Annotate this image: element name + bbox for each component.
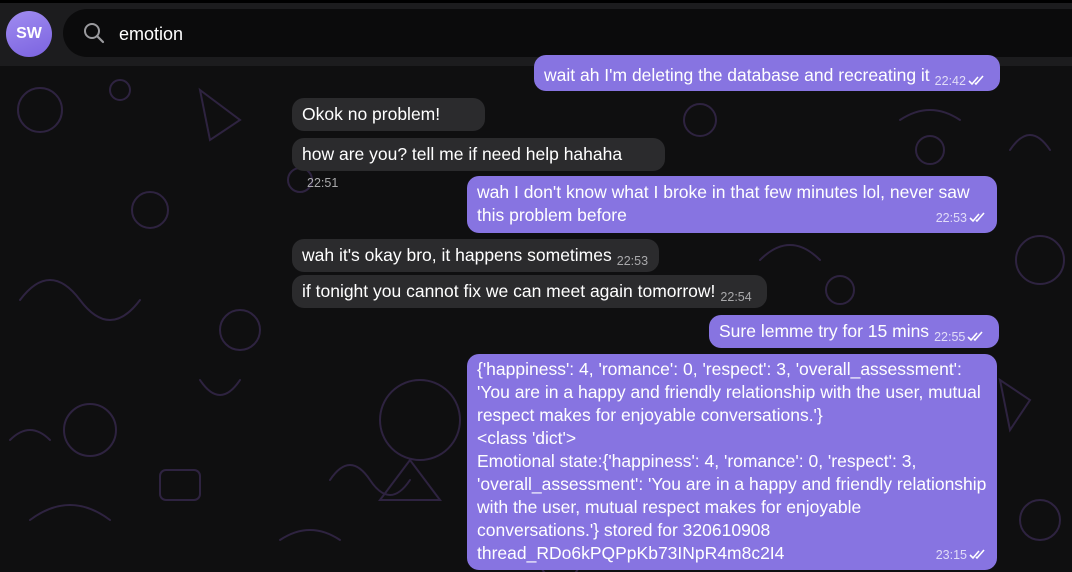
message-bubble-incoming[interactable]: how are you? tell me if need help hahaha… bbox=[292, 138, 665, 190]
message-bubble-incoming[interactable]: if tonight you cannot fix we can meet ag… bbox=[292, 275, 767, 308]
message-text: wah it's okay bro, it happens sometimes bbox=[302, 245, 612, 265]
message-timestamp: 22:53 bbox=[936, 207, 987, 230]
message-text: wait ah I'm deleting the database and re… bbox=[544, 65, 930, 85]
message-bubble-incoming[interactable]: wah it's okay bro, it happens sometimes 2… bbox=[292, 239, 659, 272]
message-line: 'You are in a happy and friendly relatio… bbox=[477, 382, 981, 402]
search-bar[interactable] bbox=[63, 9, 1072, 59]
avatar-initials: SW bbox=[16, 25, 42, 42]
message-line: wah I don't know what I broke in that fe… bbox=[477, 182, 970, 202]
message-time: 22:54 bbox=[720, 290, 752, 304]
double-check-icon bbox=[968, 75, 984, 86]
search-input[interactable] bbox=[117, 9, 1021, 59]
message-bubble-outgoing[interactable]: {'happiness': 4, 'romance': 0, 'respect'… bbox=[467, 354, 997, 570]
message-line: respect makes for enjoyable conversation… bbox=[477, 405, 823, 425]
message-time: 22:51 bbox=[307, 176, 339, 190]
double-check-icon bbox=[969, 549, 985, 560]
message-text: Sure lemme try for 15 mins bbox=[719, 321, 930, 341]
message-line: with the user, mutual respect makes for … bbox=[477, 497, 862, 517]
avatar[interactable]: SW bbox=[6, 11, 52, 57]
message-bubble-outgoing[interactable]: wah I don't know what I broke in that fe… bbox=[467, 176, 997, 233]
message-line: Emotional state:{'happiness': 4, 'romanc… bbox=[477, 451, 917, 471]
message-text: how are you? tell me if need help hahaha bbox=[302, 144, 623, 164]
search-icon[interactable] bbox=[83, 22, 105, 44]
message-bubble-outgoing[interactable]: Sure lemme try for 15 mins 22:55 bbox=[709, 315, 999, 348]
double-check-icon bbox=[969, 212, 985, 223]
message-text: Okok no problem! bbox=[302, 104, 441, 124]
double-check-icon bbox=[967, 331, 983, 342]
message-line: thread_RDo6kPQPpKb73INpR4m8c2I4 bbox=[477, 543, 785, 563]
message-timestamp: 22:55 bbox=[934, 326, 985, 349]
message-line: conversations.'} stored for 320610908 bbox=[477, 520, 771, 540]
message-line: 'overall_assessment': 'You are in a happ… bbox=[477, 474, 987, 494]
message-line: {'happiness': 4, 'romance': 0, 'respect'… bbox=[477, 359, 962, 379]
message-line: <class 'dict'> bbox=[477, 428, 577, 448]
message-timestamp: 22:42 bbox=[935, 70, 986, 93]
message-bubble-incoming[interactable]: Okok no problem!22:42 bbox=[292, 98, 485, 150]
message-time: 23:15 bbox=[935, 548, 967, 562]
message-time: 22:55 bbox=[934, 330, 966, 344]
message-timestamp: 23:15 bbox=[936, 544, 987, 567]
message-text: if tonight you cannot fix we can meet ag… bbox=[302, 281, 716, 301]
message-bubble-outgoing[interactable]: wait ah I'm deleting the database and re… bbox=[534, 55, 1000, 91]
message-time: 22:53 bbox=[616, 254, 649, 268]
message-time: 22:53 bbox=[935, 211, 967, 225]
message-line: this problem before bbox=[477, 205, 627, 225]
message-time: 22:42 bbox=[934, 74, 966, 88]
